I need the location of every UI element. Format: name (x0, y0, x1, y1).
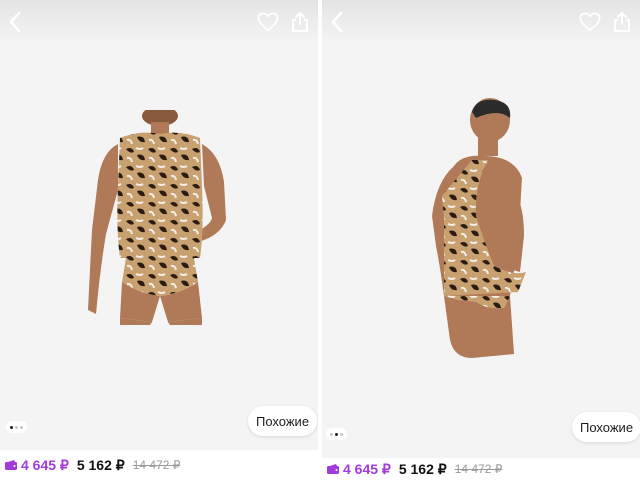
top-bar (0, 0, 318, 44)
carousel-dot (340, 432, 343, 436)
old-price: 14 472 ₽ (132, 458, 181, 472)
carousel-dot (10, 425, 13, 429)
carousel-indicator (326, 428, 347, 440)
current-price: 5 162 ₽ (76, 456, 125, 473)
similar-button[interactable]: Похожие (572, 412, 640, 442)
carousel-dot (20, 425, 23, 429)
price-row: 4 645 ₽ 5 162 ₽ 14 472 ₽ (322, 458, 640, 480)
product-photo[interactable] (414, 96, 544, 361)
favorite-button[interactable] (254, 8, 282, 36)
wallet-icon (5, 460, 17, 470)
share-button[interactable] (608, 8, 636, 36)
heart-icon (579, 12, 601, 32)
carousel-dot (330, 432, 333, 436)
heart-icon (257, 12, 279, 32)
product-screen-right: Похожие 4 645 ₽ 5 162 ₽ 14 472 ₽ (322, 0, 640, 480)
wallet-price: 4 645 ₽ (326, 461, 391, 478)
wallet-icon (327, 464, 339, 474)
similar-button[interactable]: Похожие (248, 406, 318, 436)
share-icon (614, 12, 630, 32)
chevron-left-icon (9, 11, 21, 33)
wallet-price-value: 4 645 ₽ (21, 456, 69, 473)
wallet-price: 4 645 ₽ (4, 457, 69, 474)
back-button[interactable] (324, 8, 352, 36)
price-row: 4 645 ₽ 5 162 ₽ 14 472 ₽ (0, 450, 318, 480)
top-bar (322, 0, 640, 44)
share-icon (292, 12, 308, 32)
wallet-price-value: 4 645 ₽ (343, 460, 391, 477)
share-button[interactable] (286, 8, 314, 36)
old-price: 14 472 ₽ (454, 462, 503, 476)
current-price: 5 162 ₽ (398, 460, 447, 477)
chevron-left-icon (331, 11, 343, 33)
product-photo[interactable] (80, 110, 240, 345)
product-screen-left: Похожие 4 645 ₽ 5 162 ₽ 14 472 ₽ (0, 0, 318, 480)
carousel-indicator (6, 421, 27, 433)
back-button[interactable] (2, 8, 30, 36)
favorite-button[interactable] (576, 8, 604, 36)
carousel-dot (15, 425, 18, 429)
carousel-dot (335, 432, 338, 436)
